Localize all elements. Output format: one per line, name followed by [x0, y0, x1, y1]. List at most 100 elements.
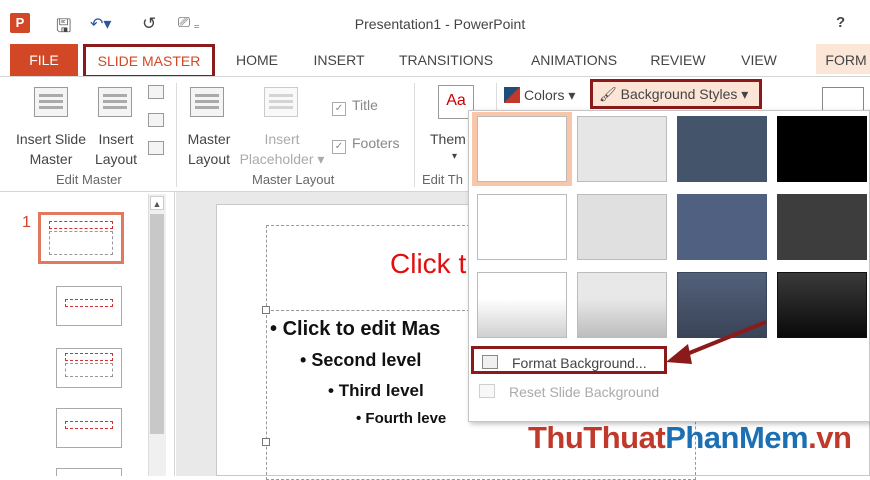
body-level-1-text: Click to edit Mas: [282, 318, 441, 340]
insert-slide-master-icon[interactable]: [34, 87, 68, 117]
insert-slide-master-button[interactable]: Insert Slide Master: [14, 129, 88, 169]
background-styles-icon: 🖌: [599, 86, 617, 102]
themes-button[interactable]: Them: [430, 129, 466, 149]
slide-number: 1: [22, 214, 31, 231]
tab-format[interactable]: FORM: [816, 44, 870, 74]
ribbon-tabs: FILE SLIDE MASTER HOME INSERT TRANSITION…: [0, 44, 870, 78]
thumb-title-placeholder: [65, 353, 113, 361]
tab-home[interactable]: HOME: [226, 44, 288, 74]
master-layout-button[interactable]: Master Layout: [184, 129, 234, 169]
background-style-10[interactable]: [577, 272, 667, 338]
tab-transitions[interactable]: TRANSITIONS: [394, 44, 498, 74]
insert-layout-label-2: Layout: [94, 151, 138, 167]
footers-checkbox[interactable]: ✓ Footers: [332, 135, 399, 154]
thumb-body-placeholder: [49, 231, 113, 255]
powerpoint-logo-icon: P: [10, 13, 30, 33]
save-icon[interactable]: 🖫: [56, 14, 71, 36]
undo-icon[interactable]: ↶▾: [90, 14, 111, 33]
body-level-2: • Second level: [300, 350, 422, 370]
thumb-body-placeholder: [65, 363, 113, 377]
group-label-edit-master: Edit Master: [56, 172, 122, 187]
group-separator: [414, 83, 415, 187]
insert-layout-icon[interactable]: [98, 87, 132, 117]
background-styles-label: Background Styles: [620, 86, 738, 102]
format-background-label: Format Background...: [512, 355, 647, 371]
themes-dropdown-arrow-icon[interactable]: ▾: [452, 147, 457, 167]
colors-label: Colors: [524, 87, 565, 103]
thumb-title-placeholder: [49, 221, 113, 229]
master-layout-label-2: Layout: [187, 151, 231, 167]
help-button[interactable]: ?: [836, 14, 845, 31]
body-level-4: • Fourth leve: [356, 410, 447, 427]
tab-animations[interactable]: ANIMATIONS: [522, 44, 626, 74]
preserve-icon[interactable]: [148, 141, 164, 155]
insert-slide-master-label-2: Master: [29, 151, 73, 167]
checkbox-checked-icon: ✓: [332, 140, 346, 154]
thumb-title-placeholder: [65, 299, 113, 307]
reset-slide-background-menu-item[interactable]: Reset Slide Background: [471, 378, 867, 406]
reset-slide-background-label: Reset Slide Background: [509, 384, 660, 400]
format-background-menu-item[interactable]: Format Background...: [471, 346, 667, 374]
insert-layout-label-1: Insert: [98, 131, 134, 147]
scrollbar-thumb[interactable]: [150, 214, 164, 434]
body-level-1: • Click to edit Mas: [270, 318, 441, 340]
delete-icon[interactable]: [148, 85, 164, 99]
background-style-4[interactable]: [777, 116, 867, 182]
insert-placeholder-button[interactable]: Insert Placeholder ▾: [236, 129, 328, 169]
layout-thumbnail[interactable]: [56, 286, 122, 326]
group-label-edit-theme: Edit Th: [422, 172, 463, 187]
background-style-3[interactable]: [677, 116, 767, 182]
insert-placeholder-label-1: Insert: [264, 131, 300, 147]
group-separator: [176, 83, 177, 187]
format-background-icon: [482, 355, 498, 369]
tab-file[interactable]: FILE: [10, 44, 78, 76]
resize-handle[interactable]: [262, 438, 270, 446]
tab-slide-master[interactable]: SLIDE MASTER: [83, 44, 215, 78]
title-checkbox-label: Title: [352, 97, 378, 113]
background-style-1[interactable]: [477, 116, 567, 182]
title-bar: P 🖫 ↶▾ ↺ ⎚ ₌ Presentation1 - PowerPoint …: [0, 0, 870, 44]
start-slideshow-icon[interactable]: ⎚ ₌: [178, 14, 199, 32]
background-style-12[interactable]: [777, 272, 867, 338]
background-style-7[interactable]: [677, 194, 767, 260]
layout-thumbnail[interactable]: [56, 408, 122, 448]
thumb-title-placeholder: [65, 421, 113, 429]
group-label-master-layout: Master Layout: [252, 172, 335, 187]
insert-layout-button[interactable]: Insert Layout: [92, 129, 140, 169]
layout-thumbnail[interactable]: [56, 468, 122, 476]
scroll-up-arrow-icon[interactable]: ▲: [150, 196, 164, 210]
annotation-arrow-icon: [666, 320, 767, 364]
insert-placeholder-icon[interactable]: [264, 87, 298, 117]
watermark-part-3: .vn: [808, 420, 852, 455]
insert-slide-master-label-1: Insert Slide: [15, 131, 87, 147]
checkbox-checked-icon: ✓: [332, 102, 346, 116]
master-layout-icon[interactable]: [190, 87, 224, 117]
redo-icon[interactable]: ↺: [142, 14, 156, 33]
background-style-2[interactable]: [577, 116, 667, 182]
rename-icon[interactable]: [148, 113, 164, 127]
tab-insert[interactable]: INSERT: [308, 44, 370, 74]
layout-thumbnail[interactable]: [56, 348, 122, 388]
slide-master-thumbnail[interactable]: [38, 212, 124, 264]
title-checkbox[interactable]: ✓ Title: [332, 97, 378, 116]
background-styles-button[interactable]: 🖌 Background Styles ▾: [590, 79, 762, 109]
master-layout-label-1: Master: [187, 131, 231, 147]
watermark-part-1: ThuThuat: [528, 420, 666, 455]
title-placeholder-text: Click t: [390, 248, 467, 279]
resize-handle[interactable]: [262, 306, 270, 314]
colors-icon: [504, 87, 520, 103]
body-level-2-text: Second level: [311, 350, 422, 370]
background-style-6[interactable]: [577, 194, 667, 260]
tab-view[interactable]: VIEW: [734, 44, 784, 74]
body-level-3: • Third level: [328, 381, 424, 400]
body-level-4-text: Fourth leve: [365, 410, 447, 427]
tab-review[interactable]: REVIEW: [648, 44, 708, 74]
insert-placeholder-label-2: Placeholder: [239, 151, 314, 167]
watermark-part-2: PhanMem: [665, 420, 809, 455]
colors-button[interactable]: Colors ▾: [504, 83, 575, 107]
footers-checkbox-label: Footers: [352, 135, 400, 151]
background-style-9[interactable]: [477, 272, 567, 338]
background-style-8[interactable]: [777, 194, 867, 260]
background-style-5[interactable]: [477, 194, 567, 260]
body-level-3-text: Third level: [338, 381, 424, 400]
